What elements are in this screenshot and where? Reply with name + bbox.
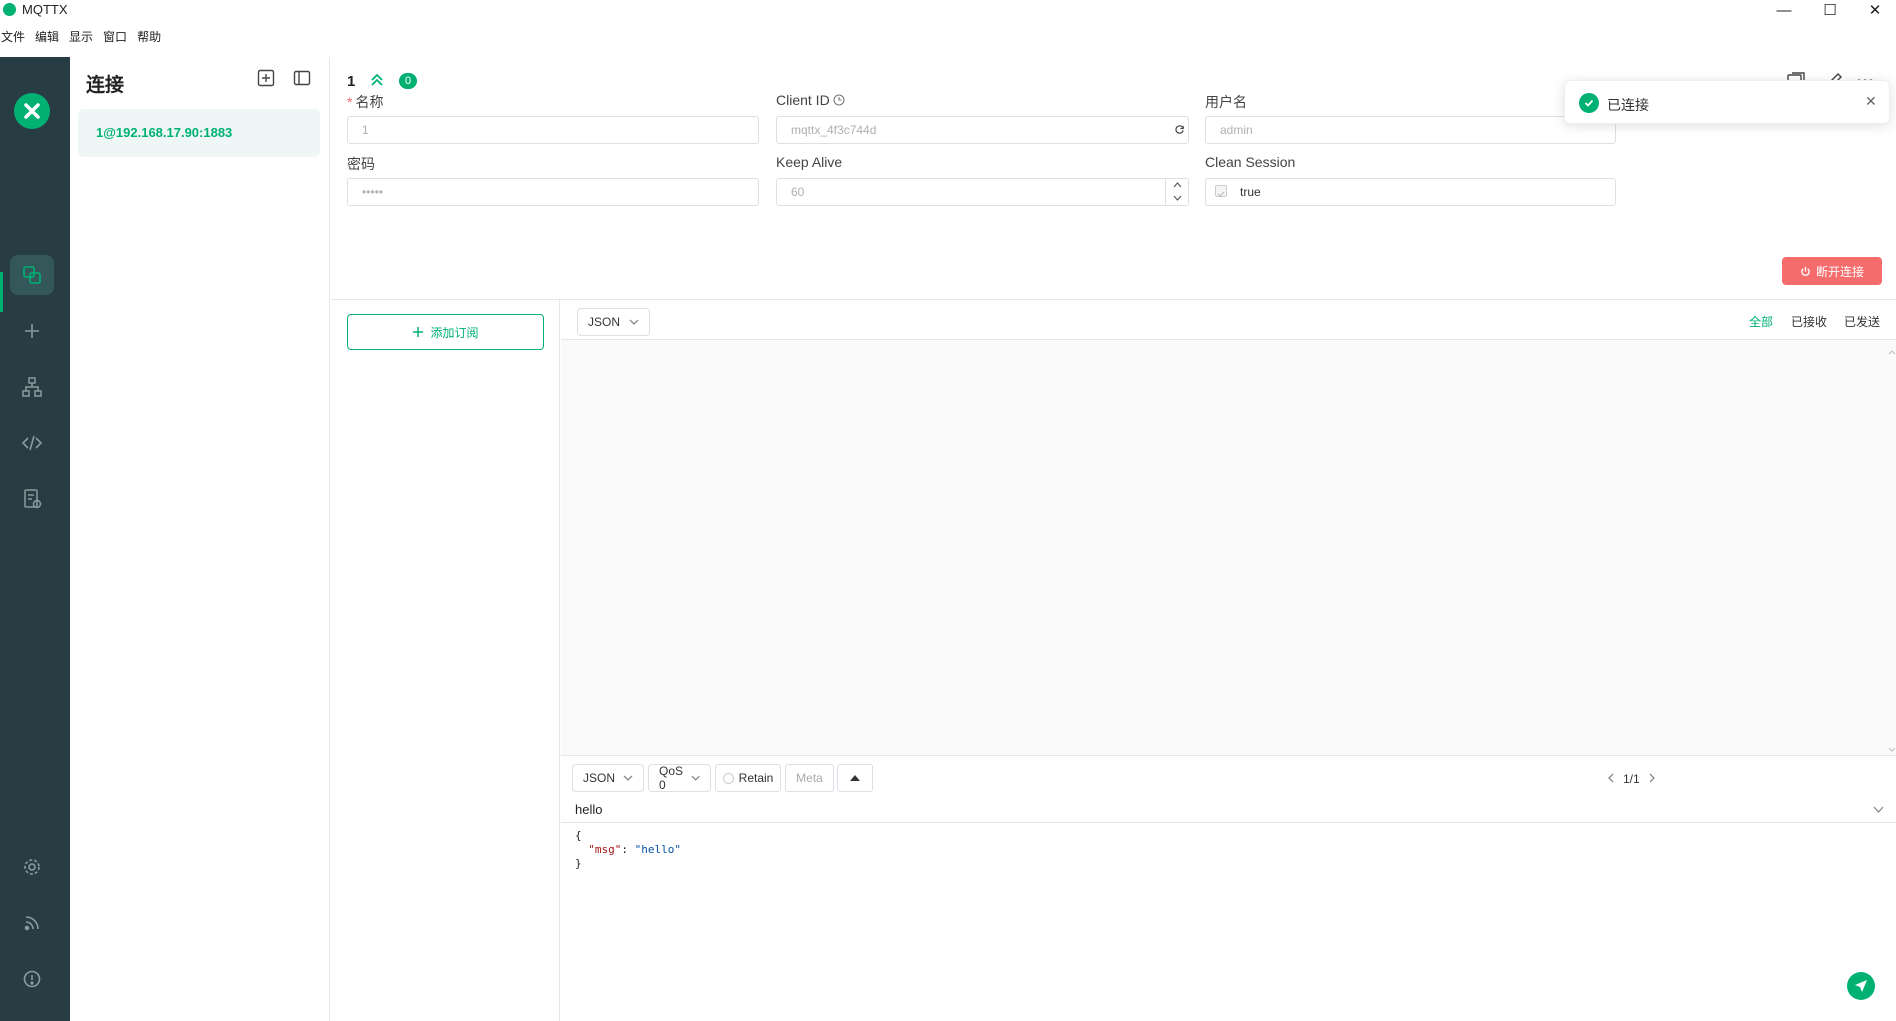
menu-window[interactable]: 窗口: [103, 28, 127, 48]
settings-nav-icon[interactable]: [10, 847, 54, 887]
payload-format-select[interactable]: JSON: [577, 308, 650, 336]
client-id-input[interactable]: mqttx_4f3c744d: [776, 116, 1189, 144]
meta-button[interactable]: Meta: [785, 764, 834, 792]
send-icon: [1855, 980, 1867, 992]
publish-area: JSON QoS 0 Retain Meta 1/1 hello {"msg"…: [561, 755, 1896, 1021]
chevron-down-icon: [691, 775, 700, 781]
collapse-up-icon[interactable]: [369, 72, 385, 88]
page-indicator: 1/1: [1623, 772, 1640, 786]
topology-nav-icon[interactable]: [10, 367, 54, 407]
minimize-button[interactable]: —: [1764, 0, 1804, 20]
plus-icon: [413, 327, 424, 337]
title-bar: MQTTX — ☐ ✕: [0, 0, 1896, 20]
chevron-down-icon: [623, 775, 633, 781]
log-nav-icon[interactable]: [10, 479, 54, 519]
main-area: 1 0 * 名称 1 Client ID mqttx_4f3c744d 用户名 a…: [331, 57, 1896, 1021]
retain-toggle[interactable]: Retain: [715, 764, 781, 792]
scroll-up-icon[interactable]: [1888, 350, 1896, 355]
password-label: 密码: [347, 156, 375, 172]
menu-file[interactable]: 文件: [1, 28, 25, 48]
toast-close-icon[interactable]: ✕: [1865, 93, 1877, 110]
keepalive-input[interactable]: 60: [776, 178, 1189, 206]
disconnect-button[interactable]: 断开连接: [1782, 257, 1882, 285]
connection-item[interactable]: 1@192.168.17.90:1883: [78, 109, 320, 157]
retain-radio: [722, 772, 734, 784]
messages-toolbar: JSON 全部 已接收 已发送: [561, 300, 1896, 340]
expand-publish-button[interactable]: [837, 764, 873, 792]
name-input[interactable]: 1: [347, 116, 759, 144]
username-input[interactable]: admin: [1205, 116, 1616, 144]
connection-name: 1: [347, 73, 356, 90]
connected-toast: 已连接 ✕: [1564, 80, 1890, 124]
next-page-icon[interactable]: [1648, 773, 1656, 783]
toggle-panel-icon[interactable]: [291, 67, 313, 89]
refresh-icon[interactable]: [1174, 124, 1185, 135]
qos-select[interactable]: QoS 0: [648, 764, 711, 792]
menu-bar: 文件 编辑 显示 窗口 帮助: [0, 28, 161, 48]
clean-session-label: Clean Session: [1205, 154, 1296, 170]
script-nav-icon[interactable]: [10, 423, 54, 463]
stepper-up-icon[interactable]: [1173, 182, 1182, 188]
payload-line: }: [575, 857, 582, 870]
feed-nav-icon[interactable]: [10, 903, 54, 943]
keepalive-label: Keep Alive: [776, 154, 843, 170]
clean-session-field[interactable]: true: [1205, 178, 1616, 206]
menu-view[interactable]: 显示: [69, 28, 93, 48]
app-title: MQTTX: [22, 2, 68, 17]
add-subscription-button[interactable]: 添加订阅: [347, 314, 544, 350]
filter-sent[interactable]: 已发送: [1844, 313, 1880, 330]
connections-panel: 连接 1@192.168.17.90:1883: [70, 57, 330, 1021]
prev-page-icon[interactable]: [1607, 773, 1615, 783]
client-id-label: Client ID: [776, 92, 830, 108]
clock-icon: [833, 94, 845, 106]
triangle-up-icon: [850, 775, 860, 781]
topic-input[interactable]: hello: [561, 796, 1896, 823]
stepper-down-icon[interactable]: [1173, 195, 1182, 201]
connection-item-label: 1@192.168.17.90:1883: [96, 125, 233, 140]
toast-message: 已连接: [1607, 97, 1649, 113]
send-button[interactable]: [1847, 972, 1875, 1000]
power-icon: [1801, 266, 1810, 276]
menu-help[interactable]: 帮助: [137, 28, 161, 48]
chevron-down-icon[interactable]: [1873, 806, 1884, 813]
new-connection-nav-icon[interactable]: [10, 311, 54, 351]
mqttx-logo-icon: [14, 93, 50, 129]
keepalive-stepper[interactable]: [1165, 179, 1188, 205]
close-window-button[interactable]: ✕: [1855, 0, 1895, 20]
success-icon: [1579, 93, 1599, 113]
menu-edit[interactable]: 编辑: [35, 28, 59, 48]
clean-session-checkbox[interactable]: [1215, 185, 1227, 197]
about-nav-icon[interactable]: [10, 959, 54, 999]
rail-active-indicator: [0, 272, 3, 312]
filter-all[interactable]: 全部: [1749, 313, 1773, 330]
connections-title: 连接: [86, 75, 125, 96]
scroll-down-icon[interactable]: [1888, 747, 1896, 752]
maximize-button[interactable]: ☐: [1810, 0, 1850, 20]
connections-nav-icon[interactable]: [10, 255, 54, 295]
payload-line: {: [575, 829, 582, 842]
payload-editor[interactable]: { "msg": "hello" }: [575, 829, 681, 871]
messages-area: JSON 全部 已接收 已发送 JSON QoS 0 Retain Meta 1…: [561, 300, 1896, 1021]
left-rail: [0, 57, 70, 1021]
publish-format-select[interactable]: JSON: [572, 764, 644, 792]
count-badge: 0: [399, 73, 417, 89]
name-label: * 名称: [347, 94, 384, 110]
username-label: 用户名: [1205, 94, 1247, 110]
filter-received[interactable]: 已接收: [1791, 313, 1827, 330]
subscriptions-column: 添加订阅: [331, 300, 560, 1021]
new-connection-icon[interactable]: [255, 67, 277, 89]
password-input[interactable]: •••••: [347, 178, 759, 206]
check-icon: [1217, 191, 1225, 197]
app-logo-icon: [3, 3, 16, 16]
clean-session-value: true: [1240, 185, 1261, 199]
chevron-down-icon: [629, 319, 639, 325]
message-list: [561, 340, 1896, 755]
payload-line: "msg": "hello": [588, 843, 681, 856]
